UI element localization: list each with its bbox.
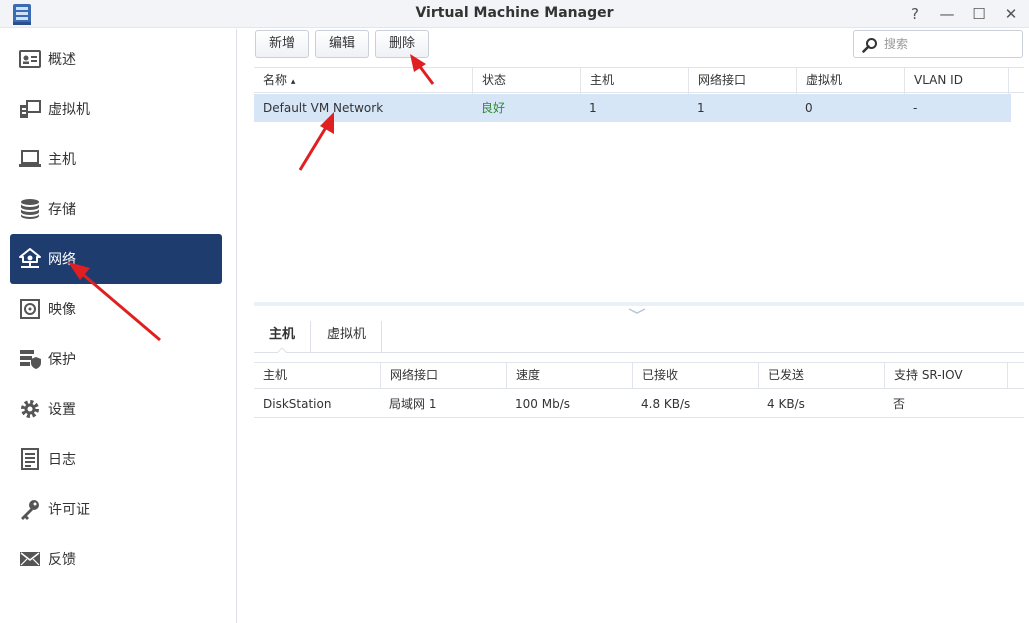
host-name-cell: DiskStation — [263, 397, 332, 411]
overview-icon — [19, 50, 41, 68]
column-header-vlan-id[interactable]: VLAN ID — [904, 68, 1009, 94]
network-icon — [19, 248, 41, 268]
sidebar-item-label: 反馈 — [48, 552, 76, 568]
sidebar-item-log[interactable]: 日志 — [10, 434, 222, 484]
edit-button[interactable]: 编辑 — [315, 30, 370, 58]
search-box[interactable] — [853, 30, 1023, 58]
table-row[interactable]: DiskStation 局域网 1 100 Mb/s 4.8 KB/s 4 KB… — [254, 390, 1024, 418]
column-header-interfaces[interactable]: 网络接口 — [688, 68, 796, 94]
sidebar-item-settings[interactable]: 设置 — [10, 384, 222, 434]
image-icon — [20, 299, 40, 319]
sidebar-item-protection[interactable]: 保护 — [10, 334, 222, 384]
title-bar: Virtual Machine Manager ? — ☐ ✕ — [0, 0, 1029, 28]
network-name-cell: Default VM Network — [263, 101, 384, 115]
tab-virtual-machine[interactable]: 虚拟机 — [312, 321, 383, 353]
close-button[interactable]: ✕ — [1000, 3, 1022, 25]
network-hosts-cell: 1 — [589, 101, 597, 115]
sidebar-item-label: 虚拟机 — [48, 102, 90, 118]
host-speed-cell: 100 Mb/s — [515, 397, 570, 411]
sidebar-item-label: 主机 — [48, 152, 76, 168]
sidebar-item-overview[interactable]: 概述 — [10, 34, 222, 84]
network-interfaces-cell: 1 — [697, 101, 705, 115]
detail-tabs: 主机 虚拟机 — [254, 321, 1024, 353]
storage-icon — [21, 199, 39, 219]
sidebar-item-label: 设置 — [48, 402, 76, 418]
column-header-hosts[interactable]: 主机 — [580, 68, 688, 94]
sidebar-item-label: 存储 — [48, 202, 76, 218]
column-header-received[interactable]: 已接收 — [632, 363, 758, 389]
add-button[interactable]: 新增 — [255, 30, 310, 58]
column-header-sriov[interactable]: 支持 SR-IOV — [884, 363, 1008, 389]
sidebar-item-label: 许可证 — [48, 502, 90, 518]
chevron-down-icon[interactable] — [626, 306, 648, 316]
sidebar-item-label: 概述 — [48, 52, 76, 68]
network-vms-cell: 0 — [805, 101, 813, 115]
sidebar-item-virtual-machine[interactable]: 虚拟机 — [10, 84, 222, 134]
column-header-status[interactable]: 状态 — [472, 68, 580, 94]
sidebar-item-label: 网络 — [48, 252, 76, 268]
sidebar-item-label: 日志 — [48, 452, 76, 468]
networks-table-header: 名称 ▴ 状态 主机 网络接口 虚拟机 VLAN ID — [254, 67, 1024, 94]
window-title: Virtual Machine Manager — [415, 5, 614, 21]
sidebar-item-image[interactable]: 映像 — [10, 284, 222, 334]
help-button[interactable]: ? — [904, 3, 926, 25]
virtual-machine-icon — [20, 100, 41, 118]
sidebar-item-label: 映像 — [48, 302, 76, 318]
main-panel: 新增 编辑 删除 名称 ▴ 状态 主机 网络接口 虚拟机 VLAN ID Def… — [238, 29, 1029, 623]
host-received-cell: 4.8 KB/s — [641, 397, 691, 411]
column-header-sent[interactable]: 已发送 — [758, 363, 884, 389]
sidebar: 概述 虚拟机 主机 存储 网络 映像 保护 设置 日志 许可证 反馈 — [0, 29, 237, 623]
network-vlan-cell: - — [913, 101, 918, 115]
sidebar-item-label: 保护 — [48, 352, 76, 368]
host-sent-cell: 4 KB/s — [767, 397, 805, 411]
search-input[interactable] — [884, 34, 1018, 54]
search-icon — [862, 38, 877, 53]
column-header-name[interactable]: 名称 ▴ — [254, 68, 472, 94]
delete-button[interactable]: 删除 — [375, 30, 430, 58]
log-icon — [21, 448, 39, 470]
protection-icon — [20, 350, 41, 369]
table-row[interactable]: Default VM Network 良好 1 1 0 - — [254, 94, 1011, 122]
hosts-table-header: 主机 网络接口 速度 已接收 已发送 支持 SR-IOV — [254, 362, 1024, 389]
network-status-cell: 良好 — [481, 101, 506, 115]
sidebar-item-license[interactable]: 许可证 — [10, 484, 222, 534]
column-header-speed[interactable]: 速度 — [506, 363, 632, 389]
active-tab-indicator — [277, 347, 287, 353]
sidebar-item-feedback[interactable]: 反馈 — [10, 534, 222, 584]
sort-ascending-icon: ▴ — [290, 77, 296, 87]
maximize-button[interactable]: ☐ — [968, 3, 990, 25]
feedback-mail-icon — [20, 552, 40, 566]
sidebar-item-storage[interactable]: 存储 — [10, 184, 222, 234]
column-header-interface[interactable]: 网络接口 — [380, 363, 506, 389]
host-icon — [19, 150, 41, 167]
host-interface-cell: 局域网 1 — [389, 397, 437, 411]
key-icon — [21, 500, 39, 520]
host-sriov-cell: 否 — [893, 397, 906, 411]
column-header-vms[interactable]: 虚拟机 — [796, 68, 904, 94]
sidebar-item-host[interactable]: 主机 — [10, 134, 222, 184]
minimize-button[interactable]: — — [936, 3, 958, 25]
column-header-host[interactable]: 主机 — [254, 363, 380, 389]
sidebar-item-network[interactable]: 网络 — [10, 234, 222, 284]
settings-icon — [21, 400, 39, 418]
